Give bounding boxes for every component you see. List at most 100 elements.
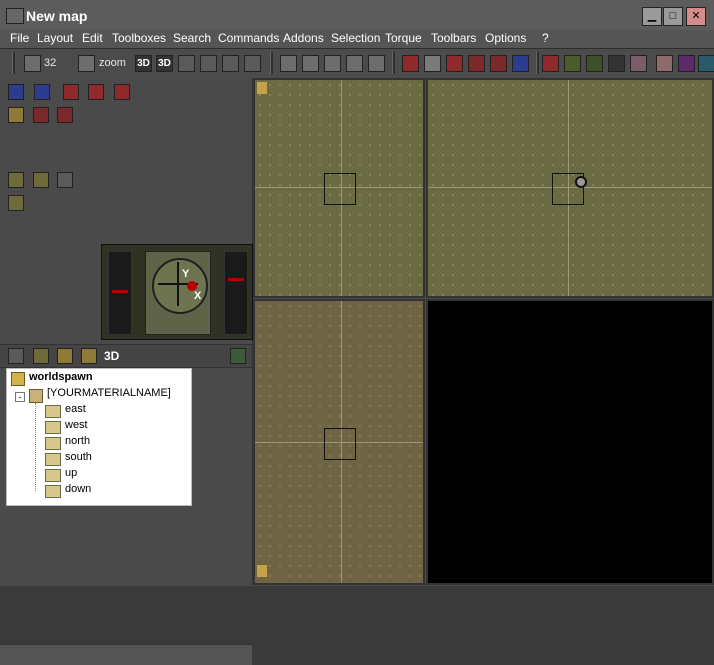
folder-icon [45,421,61,434]
effects-icon[interactable] [678,55,695,72]
compass-widget[interactable]: Y X [101,244,253,340]
viewport-top-right[interactable] [426,78,714,298]
texture-brush-icon[interactable] [8,195,24,211]
tree-child[interactable]: south [65,451,92,463]
folder-icon [45,485,61,498]
right-gauge-marker [228,278,244,281]
undo-icon[interactable] [57,172,73,188]
stack-icon[interactable] [222,55,239,72]
tree-child[interactable]: east [65,403,86,415]
group-icon[interactable] [346,55,363,72]
maximize-button[interactable]: □ [663,7,683,26]
tree-branch-line [35,403,37,491]
x-icon[interactable] [564,55,581,72]
brush-icon[interactable] [244,55,261,72]
gear-tool-icon[interactable] [33,107,49,123]
collapse-toggle-icon[interactable]: - [15,392,25,402]
window-title: New map [26,8,88,24]
hierarchy-icon[interactable] [33,348,49,364]
entity-tool-icon[interactable] [63,84,79,100]
material-icon [29,389,43,403]
compass-y-label: Y [182,268,190,280]
left-status-bar [0,644,252,665]
toolbar-separator [536,52,539,74]
grid-icon[interactable] [24,55,41,72]
selection-box[interactable] [324,428,356,460]
camera-icon[interactable] [698,55,714,72]
entity-icon[interactable] [402,55,419,72]
tree-material-node[interactable]: [YOURMATERIALNAME] [47,387,171,399]
puzzle-icon[interactable] [424,55,441,72]
hand-icon[interactable] [656,55,673,72]
right-gauge [224,251,248,335]
tree-root-worldspawn[interactable]: worldspawn [29,371,93,383]
menu-edit[interactable]: Edit [82,31,103,45]
hammer-icon[interactable] [490,55,507,72]
gear-tool-alt-icon[interactable] [57,107,73,123]
entity-tool-3-icon[interactable] [114,84,130,100]
mode-3d-button[interactable]: 3D [104,349,119,363]
menu-torque[interactable]: Torque [385,31,422,45]
minimize-button[interactable]: ▁ [642,7,662,26]
texture-lock-icon[interactable] [512,55,529,72]
list-view-icon[interactable] [8,348,24,364]
flag-icon[interactable] [468,55,485,72]
refresh-tree-icon[interactable] [230,348,246,364]
hourglass-icon[interactable] [586,55,603,72]
menu-options[interactable]: Options [485,31,526,45]
brush-group-icon[interactable] [57,348,73,364]
viewport-axis-icon [257,565,267,577]
folder-icon [45,469,61,482]
menu-bar: File Layout Edit Toolboxes Search Comman… [0,30,714,49]
tree-view[interactable]: worldspawn - [YOURMATERIALNAME] east wes… [6,368,192,506]
tree-mode-bar: 3D [0,344,252,368]
face-group-icon[interactable] [81,348,97,364]
menu-help[interactable]: ? [542,31,549,45]
tree-child[interactable]: north [65,435,90,447]
selection-box[interactable] [324,173,356,205]
cube-tool-icon[interactable] [8,107,24,123]
menu-toolboxes[interactable]: Toolboxes [112,31,166,45]
close-button[interactable]: ✕ [686,7,706,26]
menu-commands[interactable]: Commands [218,31,279,45]
menu-selection[interactable]: Selection [331,31,380,45]
zoom-icon[interactable] [78,55,95,72]
view-3d-button[interactable]: 3D [135,55,152,72]
brush-tool-alt-icon[interactable] [34,84,50,100]
cube-icon[interactable] [368,55,385,72]
path-icon[interactable] [280,55,297,72]
tree-child[interactable]: west [65,419,88,431]
viewport-3d[interactable] [426,299,714,585]
menu-layout[interactable]: Layout [37,31,73,45]
entity-tool-alt-icon[interactable] [88,84,104,100]
view-zoom-icon[interactable] [178,55,195,72]
binoculars-icon[interactable] [608,55,625,72]
view-3d-alt-button[interactable]: 3D [156,55,173,72]
brush-tool-icon[interactable] [8,84,24,100]
tree-child[interactable]: down [65,483,91,495]
red-square-icon[interactable] [542,55,559,72]
brush-face-icon[interactable] [8,172,24,188]
camera-marker-icon[interactable] [575,176,587,188]
filter-icon[interactable] [630,55,647,72]
brush-face-alt-icon[interactable] [33,172,49,188]
menu-addons[interactable]: Addons [283,31,324,45]
main-toolbar: 32 zoom 3D 3D [0,49,714,79]
menu-file[interactable]: File [10,31,29,45]
folder-icon [45,405,61,418]
path-node-icon[interactable] [302,55,319,72]
viewport-bottom-left[interactable] [253,299,425,585]
viewport-top-left[interactable] [253,78,425,298]
compass-dial: Y X [145,251,211,335]
title-bar: New map ▁ □ ✕ [0,0,714,33]
tree-child[interactable]: up [65,467,77,479]
toolbar-separator [270,52,273,74]
mask-icon[interactable] [446,55,463,72]
texture-icon[interactable] [200,55,217,72]
folder-icon [45,453,61,466]
menu-toolbars[interactable]: Toolbars [431,31,476,45]
app-icon [6,8,24,24]
left-panel: Y X 3D worldspawn - [YOURMATERIALNAME] e… [0,78,253,665]
menu-search[interactable]: Search [173,31,211,45]
link-icon[interactable] [324,55,341,72]
